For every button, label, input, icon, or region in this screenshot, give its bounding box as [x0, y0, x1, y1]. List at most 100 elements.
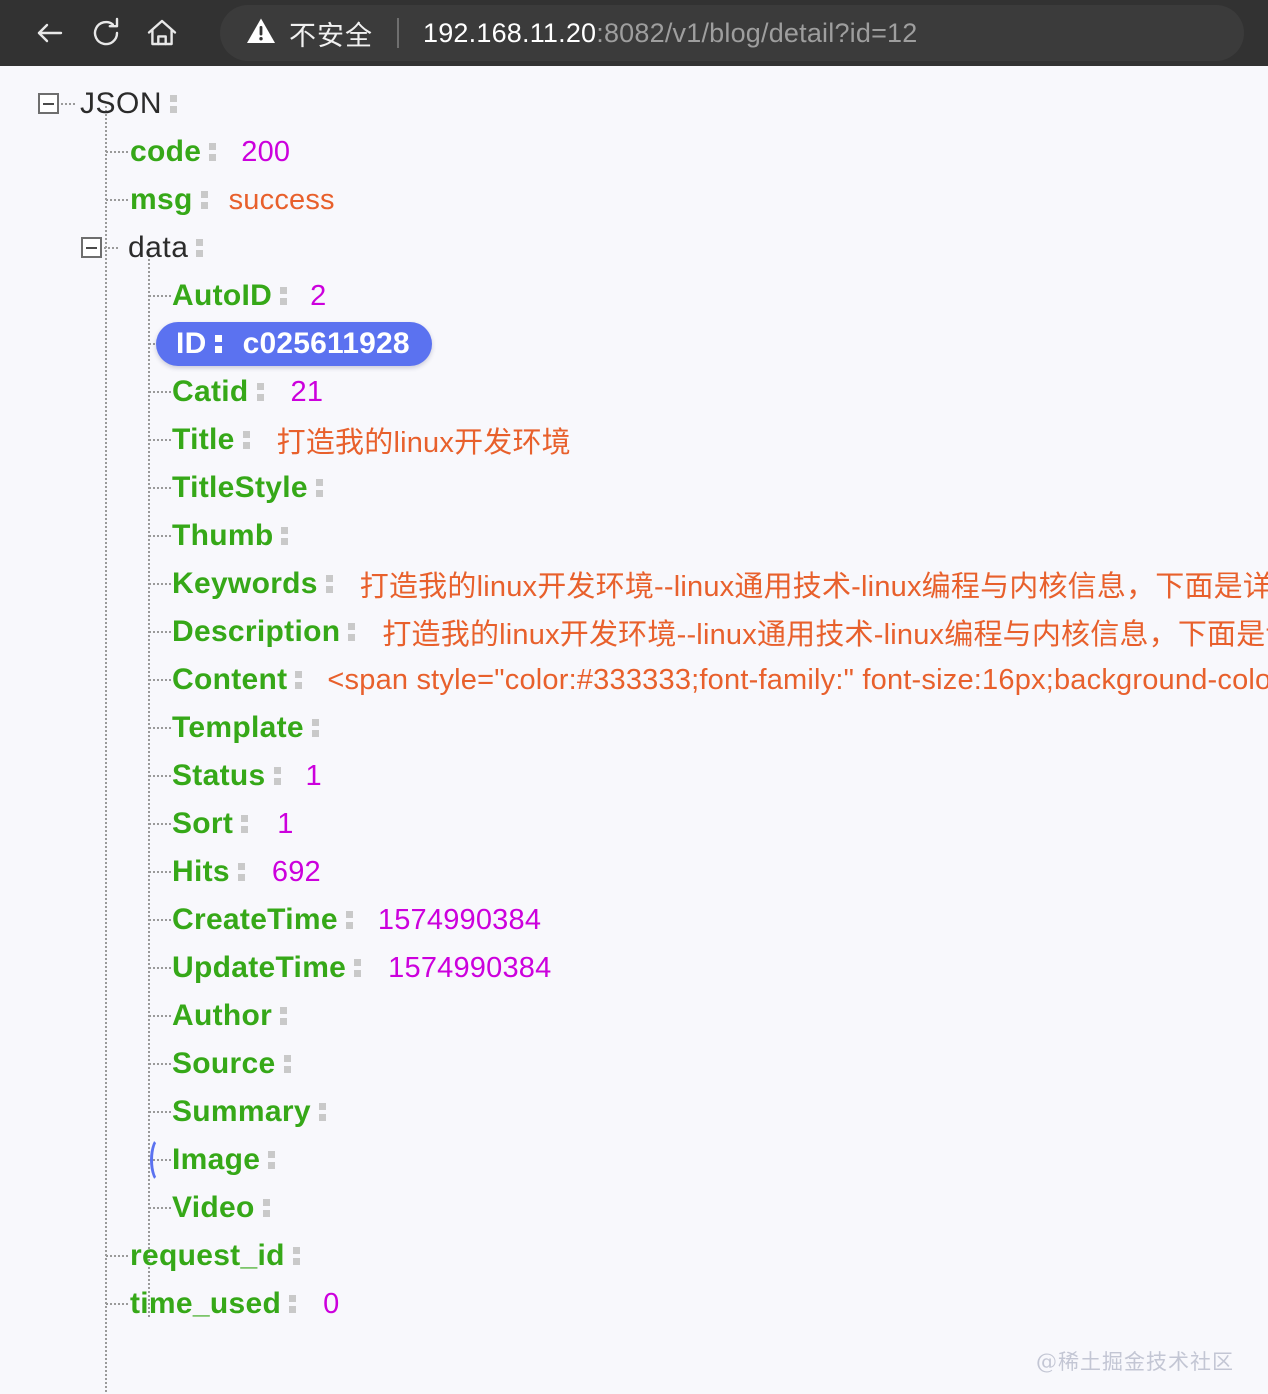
browser-toolbar: 不安全 192.168.11.20:8082/v1/blog/detail?id… [0, 0, 1268, 66]
key-value-separator [281, 526, 289, 546]
tree-row-createtime[interactable]: CreateTime 1574990384 [0, 896, 1268, 944]
row-connector [149, 679, 171, 681]
tree-row-root[interactable]: JSON [0, 80, 1268, 128]
row-connector [149, 967, 171, 969]
tree-key-content: Content [172, 663, 288, 696]
tree-row-keywords[interactable]: Keywords 打造我的linux开发环境--linux通用技术-linux编… [0, 560, 1268, 608]
home-button[interactable] [134, 5, 190, 61]
tree-row-request-id[interactable]: request_id [0, 1232, 1268, 1280]
tree-key-summary: Summary [172, 1095, 311, 1128]
key-value-separator [242, 430, 250, 450]
tree-value-status: 1 [305, 759, 322, 792]
url-text[interactable]: 192.168.11.20:8082/v1/blog/detail?id=12 [423, 18, 917, 49]
key-value-separator [280, 286, 288, 306]
row-connector [149, 1015, 171, 1017]
tree-value-keywords: 打造我的linux开发环境--linux通用技术-linux编程与内核信息，下面… [359, 571, 1268, 603]
row-connector [149, 583, 171, 585]
tree-value-description: 打造我的linux开发环境--linux通用技术-linux编程与内核信息，下面… [382, 619, 1268, 651]
tree-row-msg[interactable]: msg success [0, 176, 1268, 224]
row-connector [149, 295, 171, 297]
tree-key-msg: msg [130, 183, 193, 216]
tree-value-createtime: 1574990384 [377, 903, 542, 936]
collapse-toggle-root[interactable] [38, 93, 59, 114]
tree-value-updatetime: 1574990384 [388, 951, 552, 984]
tree-row-autoid[interactable]: AutoID 2 [0, 272, 1268, 320]
tree-row-status[interactable]: Status 1 [0, 752, 1268, 800]
text-caret-icon [150, 1137, 166, 1183]
key-value-separator [237, 862, 245, 882]
tree-row-source[interactable]: Source [0, 1040, 1268, 1088]
selected-row-highlight[interactable]: ID c025611928 [156, 322, 432, 366]
warning-triangle-icon [246, 17, 276, 50]
url-host: 192.168.11.20 [423, 17, 597, 48]
row-connector [149, 487, 171, 489]
tree-key-updatetime: UpdateTime [172, 951, 347, 984]
row-connector [106, 151, 128, 153]
tree-row-content[interactable]: Content <span style="color:#333333;font-… [0, 656, 1268, 704]
tree-key-thumb: Thumb [172, 519, 274, 552]
security-label: 不安全 [289, 20, 373, 51]
tree-row-id[interactable]: ID c025611928 [0, 320, 1268, 368]
key-value-separator [289, 1294, 297, 1314]
tree-value-title: 打造我的linux开发环境 [276, 427, 571, 459]
security-indicator[interactable]: 不安全 [246, 14, 373, 53]
tree-key-catid: Catid [172, 375, 249, 408]
key-value-separator [315, 478, 323, 498]
tree-row-time-used[interactable]: time_used 0 [0, 1280, 1268, 1328]
row-connector [106, 1255, 128, 1257]
tree-value-catid: 21 [290, 375, 324, 408]
tree-row-description[interactable]: Description 打造我的linux开发环境--linux通用技术-lin… [0, 608, 1268, 656]
tree-key-request-id: request_id [130, 1239, 285, 1272]
tree-row-updatetime[interactable]: UpdateTime 1574990384 [0, 944, 1268, 992]
row-connector [149, 1063, 171, 1065]
tree-row-code[interactable]: code 200 [0, 128, 1268, 176]
tree-row-data[interactable]: data [0, 224, 1268, 272]
tree-row-summary[interactable]: Summary [0, 1088, 1268, 1136]
key-value-separator [196, 238, 204, 258]
back-button[interactable] [22, 5, 78, 61]
key-value-separator [268, 1150, 276, 1170]
address-bar[interactable]: 不安全 192.168.11.20:8082/v1/blog/detail?id… [220, 5, 1244, 61]
row-connector [106, 199, 128, 201]
tree-key-status: Status [172, 759, 266, 792]
tree-key-data: data [128, 231, 189, 264]
tree-key-id: ID [176, 327, 207, 360]
reload-button[interactable] [78, 5, 134, 61]
tree-key-title: Title [172, 423, 235, 456]
tree-key-titlestyle: TitleStyle [172, 471, 308, 504]
tree-row-video[interactable]: Video [0, 1184, 1268, 1232]
key-value-separator [283, 1054, 291, 1074]
tree-row-image[interactable]: Image [0, 1136, 1268, 1184]
row-connector [149, 631, 171, 633]
row-connector [149, 727, 171, 729]
key-value-separator [273, 766, 281, 786]
key-value-separator [348, 622, 356, 642]
tree-key-video: Video [172, 1191, 255, 1224]
row-connector [149, 535, 171, 537]
tree-row-catid[interactable]: Catid 21 [0, 368, 1268, 416]
row-connector [149, 823, 171, 825]
key-value-separator [292, 1246, 300, 1266]
back-arrow-icon [30, 13, 70, 53]
tree-key-image: Image [172, 1143, 261, 1176]
json-tree-viewer: JSON code 200 msg success data AutoID 2 … [0, 66, 1268, 1394]
tree-row-thumb[interactable]: Thumb [0, 512, 1268, 560]
tree-row-template[interactable]: Template [0, 704, 1268, 752]
tree-row-author[interactable]: Author [0, 992, 1268, 1040]
key-value-separator [295, 670, 303, 690]
tree-row-title[interactable]: Title 打造我的linux开发环境 [0, 416, 1268, 464]
tree-row-hits[interactable]: Hits 692 [0, 848, 1268, 896]
tree-value-content: <span style="color:#333333;font-family:"… [327, 663, 1268, 696]
tree-key-time-used: time_used [130, 1287, 282, 1320]
home-icon [143, 14, 181, 52]
row-connector [149, 391, 171, 393]
tree-row-titlestyle[interactable]: TitleStyle [0, 464, 1268, 512]
key-value-separator [262, 1198, 270, 1218]
collapse-toggle-data[interactable] [81, 237, 102, 258]
row-connector [149, 439, 171, 441]
key-value-separator [345, 910, 353, 930]
url-path: :8082/v1/blog/detail?id=12 [596, 17, 918, 48]
tree-row-sort[interactable]: Sort 1 [0, 800, 1268, 848]
key-value-separator [200, 190, 208, 210]
row-connector [149, 775, 171, 777]
